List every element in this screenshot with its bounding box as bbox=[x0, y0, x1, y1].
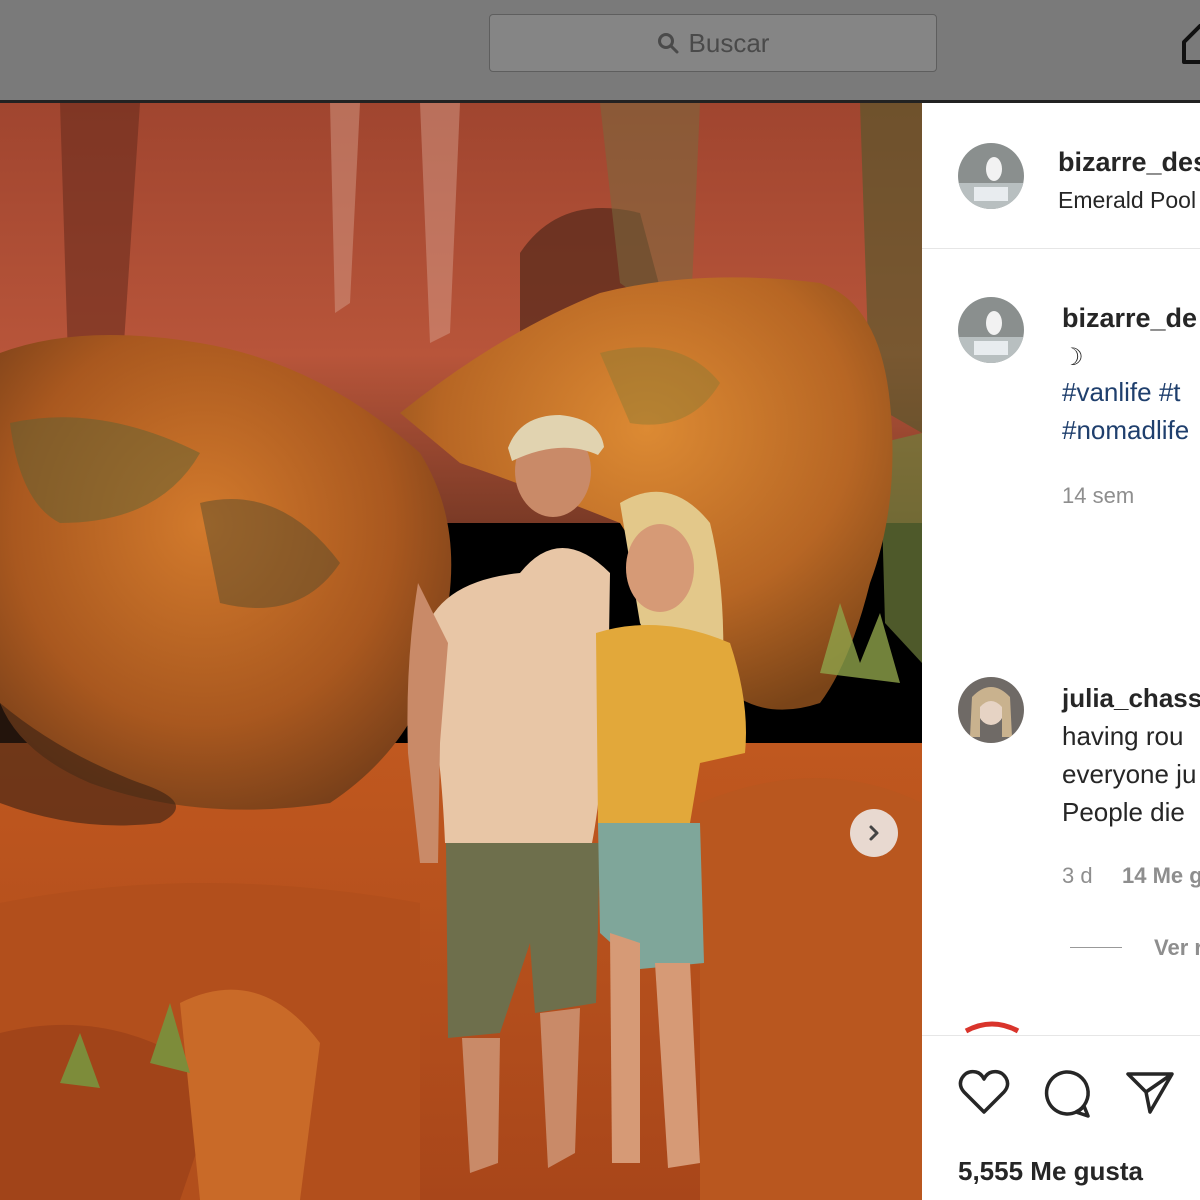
commenter-avatar[interactable] bbox=[958, 677, 1024, 743]
post-photo bbox=[0, 103, 922, 1200]
comment-line-2: everyone ju bbox=[1062, 759, 1197, 789]
caption-hashtags-line1[interactable]: #vanlife #t bbox=[1062, 377, 1181, 408]
author-avatar[interactable] bbox=[958, 143, 1024, 209]
comment-line-3: People die bbox=[1062, 797, 1185, 827]
author-username[interactable]: bizarre_des bbox=[1058, 147, 1200, 178]
post-side-panel: bizarre_des Emerald Pool bizarre_de ☽ #v… bbox=[922, 103, 1200, 1200]
post-actions-bar: 5,555 Me gusta bbox=[922, 1035, 1200, 1200]
comment-line-1: having rou bbox=[1062, 721, 1184, 751]
comment-likes[interactable]: 14 Me g bbox=[1122, 863, 1200, 889]
next-arrow-icon bbox=[869, 825, 879, 841]
post-header: bizarre_des Emerald Pool bbox=[922, 103, 1200, 249]
commenter-username[interactable]: julia_chass bbox=[1062, 683, 1200, 714]
caption-hashtags-line2[interactable]: #nomadlife bbox=[1062, 415, 1189, 446]
share-icon[interactable] bbox=[1124, 1068, 1176, 1116]
next-comment-avatar[interactable] bbox=[962, 1017, 1022, 1035]
top-navigation-bar: Buscar bbox=[0, 0, 1200, 103]
search-icon bbox=[657, 33, 679, 54]
home-icon[interactable] bbox=[1180, 20, 1200, 66]
search-placeholder: Buscar bbox=[688, 27, 770, 58]
post-location[interactable]: Emerald Pool bbox=[1058, 187, 1196, 214]
comment-icon[interactable] bbox=[1040, 1068, 1092, 1120]
comment-timestamp[interactable]: 3 d bbox=[1062, 863, 1093, 889]
caption-avatar[interactable] bbox=[958, 297, 1024, 363]
heart-icon[interactable] bbox=[958, 1068, 1010, 1116]
search-input[interactable]: Buscar bbox=[489, 14, 937, 72]
caption-username[interactable]: bizarre_de bbox=[1062, 303, 1197, 334]
replies-divider bbox=[1070, 947, 1122, 948]
view-replies-link[interactable]: Ver r bbox=[1154, 935, 1200, 961]
caption-symbol: ☽ bbox=[1062, 344, 1084, 371]
caption-timestamp[interactable]: 14 sem bbox=[1062, 483, 1134, 509]
likes-count[interactable]: 5,555 Me gusta bbox=[958, 1156, 1143, 1187]
next-photo-button[interactable] bbox=[850, 809, 898, 857]
